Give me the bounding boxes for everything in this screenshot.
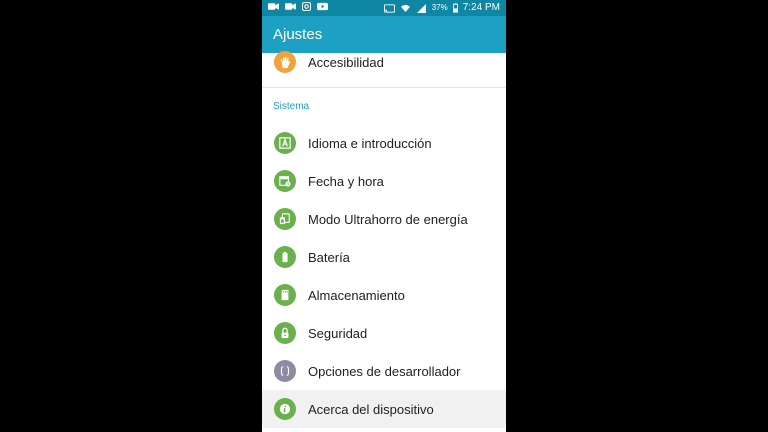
settings-item-fecha-hora[interactable]: Fecha y hora (262, 162, 506, 200)
info-icon (274, 398, 296, 420)
status-bar: 37% 7:24 PM (262, 0, 506, 16)
storage-icon (274, 284, 296, 306)
status-bar-notifications (268, 2, 328, 11)
clock: 7:24 PM (462, 2, 500, 13)
cast-icon (383, 3, 395, 13)
calendar-icon (274, 170, 296, 192)
settings-item-label: Idioma e introducción (308, 135, 432, 151)
hand-icon (274, 51, 296, 73)
battery-icon (452, 3, 458, 13)
divider (262, 87, 506, 88)
settings-item-label: Modo Ultrahorro de energía (308, 211, 468, 227)
settings-item-label: Almacenamiento (308, 287, 405, 303)
settings-item-label: Accesibilidad (308, 54, 384, 70)
language-icon (274, 132, 296, 154)
settings-item-bateria[interactable]: Batería (262, 238, 506, 276)
wifi-icon (400, 4, 410, 12)
settings-item-desarrollador[interactable]: Opciones de desarrollador (262, 352, 506, 390)
youtube-icon (317, 2, 328, 11)
status-bar-system: 37% 7:24 PM (383, 1, 500, 15)
instagram-icon (302, 2, 311, 11)
settings-item-ultrahorro[interactable]: Modo Ultrahorro de energía (262, 200, 506, 238)
battery-percent: 37% (431, 3, 448, 12)
lock-icon (274, 322, 296, 344)
section-title-sistema: Sistema (273, 101, 310, 112)
settings-item-accesibilidad[interactable]: Accesibilidad (262, 43, 506, 81)
battery-icon (274, 246, 296, 268)
settings-item-label: Fecha y hora (308, 173, 384, 189)
settings-item-seguridad[interactable]: Seguridad (262, 314, 506, 352)
phone-screen: 37% 7:24 PM Ajustes Accesibilidad Sistem… (262, 0, 506, 432)
settings-item-label: Opciones de desarrollador (308, 363, 461, 379)
settings-item-label: Batería (308, 249, 350, 265)
video-icon (268, 3, 279, 10)
page-title: Ajustes (273, 26, 323, 43)
braces-icon (274, 360, 296, 382)
settings-item-idioma[interactable]: Idioma e introducción (262, 124, 506, 162)
signal-icon (416, 3, 426, 13)
settings-item-label: Acerca del dispositivo (308, 401, 434, 417)
settings-item-label: Seguridad (308, 325, 368, 341)
settings-item-almacenamiento[interactable]: Almacenamiento (262, 276, 506, 314)
video-icon (285, 3, 296, 10)
power-saving-icon (274, 208, 296, 230)
settings-item-acerca[interactable]: Acerca del dispositivo (262, 390, 506, 428)
